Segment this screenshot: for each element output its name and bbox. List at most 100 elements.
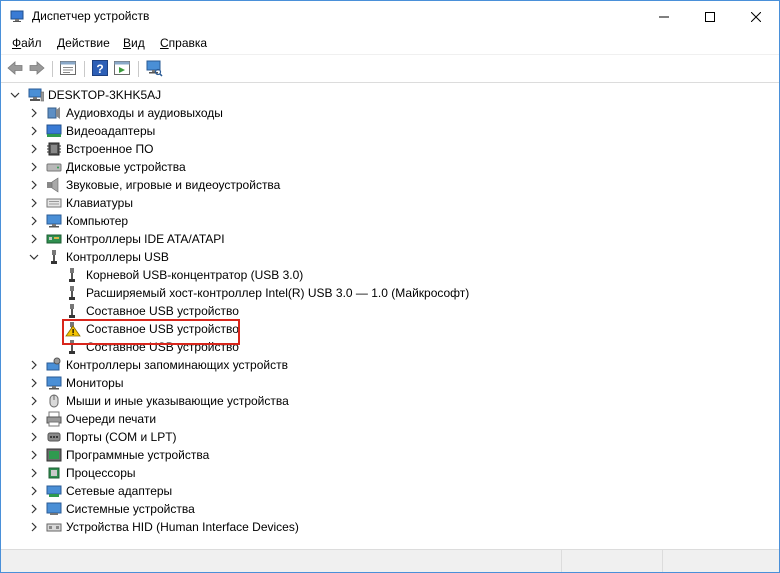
- chevron-right-icon[interactable]: [29, 449, 39, 461]
- tree-category[interactable]: Мыши и иные указывающие устройства: [1, 392, 779, 410]
- disk-drive-icon: [46, 163, 62, 172]
- forward-arrow-icon[interactable]: [28, 59, 46, 77]
- hid-icon: [46, 523, 62, 532]
- maximize-button[interactable]: [687, 1, 733, 32]
- chevron-right-icon[interactable]: [29, 395, 39, 407]
- tree-category-label: Контроллеры IDE ATA/ATAPI: [66, 232, 225, 246]
- chevron-down-icon[interactable]: [29, 251, 39, 263]
- usb-device-icon: [69, 304, 75, 318]
- status-cell: [562, 550, 663, 572]
- tree-category-label: Устройства HID (Human Interface Devices): [66, 520, 299, 534]
- sound-icon: [47, 177, 59, 193]
- usb-device-icon: [69, 268, 75, 282]
- system-device-icon: [46, 502, 62, 515]
- tree-device[interactable]: Составное USB устройство: [1, 302, 779, 320]
- audio-icon: [47, 107, 60, 119]
- status-cell: [1, 550, 562, 572]
- tree-category[interactable]: Встроенное ПО: [1, 140, 779, 158]
- help-icon[interactable]: ?: [91, 59, 109, 77]
- tree-category[interactable]: Контроллеры IDE ATA/ATAPI: [1, 230, 779, 248]
- tree-category[interactable]: Мониторы: [1, 374, 779, 392]
- chevron-right-icon[interactable]: [29, 125, 39, 137]
- chevron-right-icon[interactable]: [29, 161, 39, 173]
- tree-category[interactable]: Контроллеры запоминающих устройств: [1, 356, 779, 374]
- show-hidden-icon[interactable]: [113, 59, 131, 77]
- device-tree: DESKTOP-3KHK5AJ Аудиовходы и аудиовыходы…: [1, 83, 779, 549]
- tree-category[interactable]: Дисковые устройства: [1, 158, 779, 176]
- window-title: Диспетчер устройств: [32, 9, 150, 23]
- monitor-icon: [46, 376, 62, 390]
- tree-category[interactable]: Компьютер: [1, 212, 779, 230]
- chevron-right-icon[interactable]: [29, 413, 39, 425]
- software-device-icon: [46, 448, 62, 462]
- tree-category-label: Клавиатуры: [66, 196, 133, 210]
- close-button[interactable]: [733, 1, 779, 32]
- tree-category[interactable]: Системные устройства: [1, 500, 779, 518]
- tree-device[interactable]: Корневой USB-концентратор (USB 3.0): [1, 266, 779, 284]
- chevron-right-icon[interactable]: [29, 179, 39, 191]
- chevron-right-icon[interactable]: [29, 233, 39, 245]
- tree-category-label: Контроллеры USB: [66, 250, 169, 264]
- status-bar: [1, 549, 779, 572]
- tree-category-label: Звуковые, игровые и видеоустройства: [66, 178, 281, 192]
- menu-file[interactable]: Файл: [12, 36, 42, 50]
- chevron-right-icon[interactable]: [29, 485, 39, 497]
- ide-controller-icon: [46, 234, 62, 244]
- tree-category-label: Процессоры: [66, 466, 136, 480]
- toolbar-divider: [84, 61, 85, 77]
- minimize-button[interactable]: [641, 1, 687, 32]
- device-manager-app-icon: [10, 10, 24, 22]
- warning-highlight-frame: [62, 319, 240, 345]
- port-icon: [47, 432, 61, 442]
- tree-category-label: Мониторы: [66, 376, 124, 390]
- tree-category-label: Системные устройства: [66, 502, 195, 516]
- chevron-right-icon[interactable]: [29, 377, 39, 389]
- processor-icon: [48, 467, 60, 479]
- chevron-right-icon[interactable]: [29, 521, 39, 533]
- tree-category[interactable]: Видеоадаптеры: [1, 122, 779, 140]
- close-icon: [751, 11, 761, 22]
- menu-bar: Файл Действие Вид Справка: [1, 33, 779, 53]
- tree-category[interactable]: Аудиовходы и аудиовыходы: [1, 104, 779, 122]
- tree-category[interactable]: Порты (COM и LPT): [1, 428, 779, 446]
- tree-category-label: Мыши и иные указывающие устройства: [66, 394, 289, 408]
- tree-category[interactable]: Процессоры: [1, 464, 779, 482]
- chevron-right-icon[interactable]: [29, 107, 39, 119]
- chevron-right-icon[interactable]: [29, 143, 39, 155]
- menu-action[interactable]: Действие: [57, 36, 110, 50]
- tree-category[interactable]: Клавиатуры: [1, 194, 779, 212]
- chevron-right-icon[interactable]: [29, 197, 39, 209]
- tree-category[interactable]: Сетевые адаптеры: [1, 482, 779, 500]
- chevron-right-icon[interactable]: [29, 503, 39, 515]
- tree-category-label: Контроллеры запоминающих устройств: [66, 358, 288, 372]
- tree-category-label: Встроенное ПО: [66, 142, 154, 156]
- usb-device-icon: [69, 286, 75, 300]
- tree-category[interactable]: Программные устройства: [1, 446, 779, 464]
- tree-category-label: Видеоадаптеры: [66, 124, 156, 138]
- tree-category[interactable]: Звуковые, игровые и видеоустройства: [1, 176, 779, 194]
- tree-category[interactable]: Контроллеры USB: [1, 248, 779, 266]
- keyboard-icon: [46, 198, 62, 208]
- tree-root[interactable]: DESKTOP-3KHK5AJ: [1, 86, 779, 104]
- chevron-right-icon[interactable]: [29, 215, 39, 227]
- tree-category-label: Дисковые устройства: [66, 160, 186, 174]
- display-adapter-icon: [46, 124, 62, 137]
- tree-category[interactable]: Устройства HID (Human Interface Devices): [1, 518, 779, 536]
- chevron-right-icon[interactable]: [29, 359, 39, 371]
- title-bar[interactable]: Диспетчер устройств: [1, 1, 779, 32]
- tree-category[interactable]: Очереди печати: [1, 410, 779, 428]
- tree-category-label: Компьютер: [66, 214, 129, 228]
- storage-controller-icon: [46, 357, 61, 371]
- properties-icon[interactable]: [59, 59, 77, 77]
- tree-root-label: DESKTOP-3KHK5AJ: [48, 88, 162, 102]
- chevron-right-icon[interactable]: [29, 431, 39, 443]
- chevron-right-icon[interactable]: [29, 467, 39, 479]
- toolbar-divider: [52, 61, 53, 77]
- chevron-down-icon[interactable]: [10, 89, 20, 101]
- back-arrow-icon[interactable]: [6, 59, 24, 77]
- menu-help[interactable]: Справка: [160, 36, 207, 50]
- toolbar-divider: [138, 61, 139, 77]
- scan-hardware-icon[interactable]: [145, 59, 163, 77]
- menu-view[interactable]: Вид: [123, 36, 145, 50]
- tree-device[interactable]: Расширяемый хост-контроллер Intel(R) USB…: [1, 284, 779, 302]
